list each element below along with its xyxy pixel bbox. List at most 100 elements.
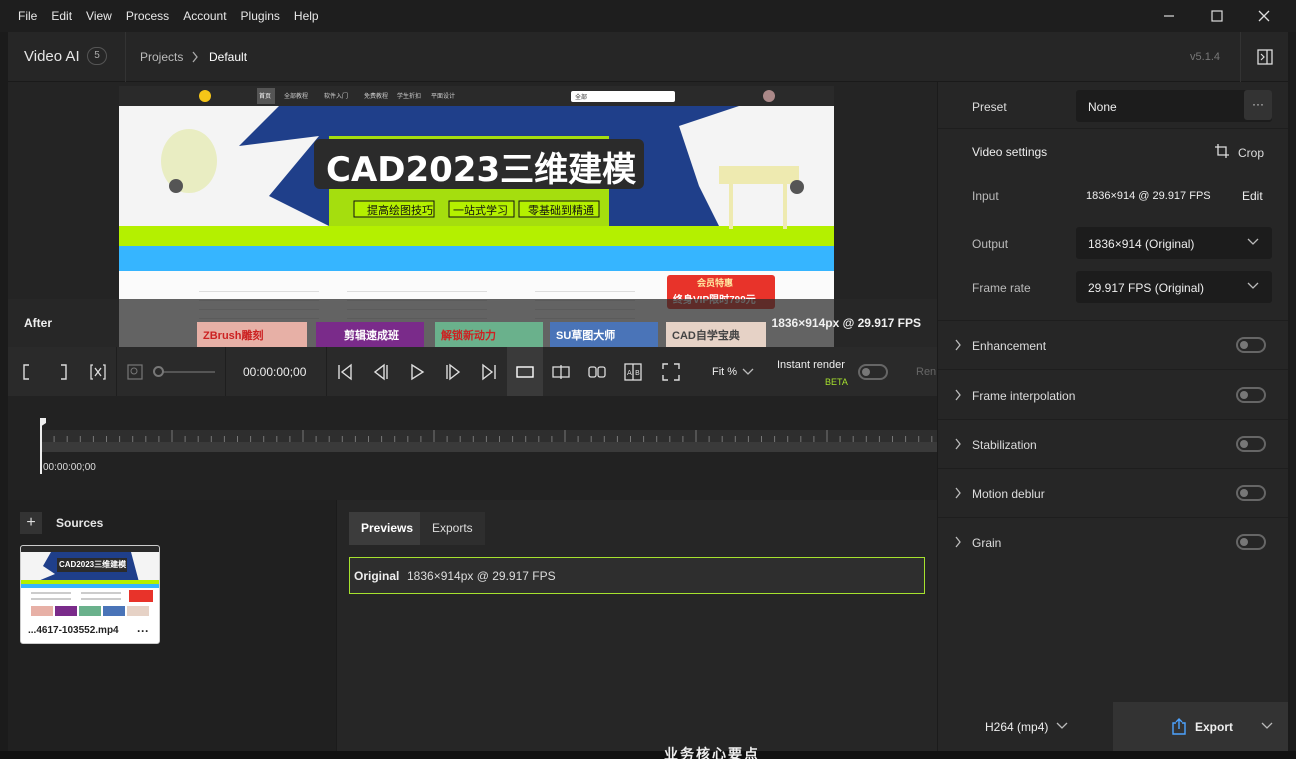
zoom-slider-handle[interactable] bbox=[153, 366, 164, 377]
course-card-2-title: 剪辑速成班 bbox=[344, 330, 399, 342]
render-button-partial[interactable]: Ren bbox=[916, 366, 936, 378]
edit-input-button[interactable]: Edit bbox=[1242, 189, 1263, 203]
original-preview-row[interactable]: Original 1836×914px @ 29.917 FPS bbox=[349, 557, 925, 594]
next-frame-button[interactable] bbox=[440, 359, 466, 385]
preset-select[interactable]: None bbox=[1076, 90, 1272, 122]
breadcrumb-projects[interactable]: Projects bbox=[140, 50, 183, 64]
tab-exports[interactable]: Exports bbox=[420, 512, 485, 545]
video-preview[interactable]: 首页 全部教程 软件入门 免费教程 学生折扣 平面设计 全部 CAD2023三维… bbox=[8, 82, 937, 347]
zoom-slider-track[interactable] bbox=[155, 371, 215, 373]
zoom-icon bbox=[127, 364, 143, 380]
nav-item-home: 首页 bbox=[259, 94, 272, 100]
clear-marks-button[interactable] bbox=[85, 359, 111, 385]
chevron-right-icon bbox=[955, 389, 961, 401]
panel-toggle-button[interactable] bbox=[1240, 32, 1288, 82]
playhead-handle-icon[interactable] bbox=[38, 418, 48, 428]
codec-select[interactable]: H264 (mp4) bbox=[938, 702, 1113, 751]
banner-pill-1: 提高绘图技巧 bbox=[367, 205, 433, 217]
play-icon bbox=[411, 363, 425, 381]
frame-rate-select[interactable]: 29.917 FPS (Original) bbox=[1076, 271, 1272, 303]
frame-rate-value: 29.917 FPS (Original) bbox=[1088, 281, 1205, 295]
add-source-button[interactable]: + bbox=[20, 512, 42, 534]
playhead[interactable] bbox=[40, 422, 42, 474]
enhancement-toggle[interactable] bbox=[1236, 337, 1266, 353]
timeline-ticks bbox=[40, 430, 933, 442]
section-stabilization[interactable]: Stabilization bbox=[938, 420, 1288, 469]
grain-toggle[interactable] bbox=[1236, 534, 1266, 550]
instant-render-toggle[interactable] bbox=[858, 364, 888, 380]
chevron-right-icon bbox=[955, 438, 961, 450]
prev-frame-icon bbox=[373, 363, 388, 381]
banner-pill-2: 一站式学习 bbox=[453, 205, 508, 217]
menu-view[interactable]: View bbox=[79, 0, 119, 32]
nav-item-free: 免费教程 bbox=[364, 94, 389, 100]
maximize-button[interactable] bbox=[1193, 0, 1241, 32]
menu-process[interactable]: Process bbox=[119, 0, 176, 32]
play-button[interactable] bbox=[404, 359, 430, 385]
clear-marks-icon bbox=[90, 364, 106, 380]
section-frame-interpolation[interactable]: Frame interpolation bbox=[938, 370, 1288, 420]
svg-text:B: B bbox=[635, 369, 640, 377]
prev-frame-button[interactable] bbox=[368, 359, 394, 385]
output-label: Output bbox=[972, 237, 1009, 251]
side-by-side-button[interactable] bbox=[584, 359, 610, 385]
beta-badge: BETA bbox=[825, 377, 848, 387]
toggle-knob bbox=[862, 368, 870, 376]
go-to-start-button[interactable] bbox=[332, 359, 358, 385]
fullscreen-button[interactable] bbox=[658, 359, 684, 385]
compare-button[interactable]: AB bbox=[620, 359, 646, 385]
motion-deblur-toggle[interactable] bbox=[1236, 485, 1266, 501]
timeline-track[interactable] bbox=[40, 442, 937, 452]
output-select[interactable]: 1836×914 (Original) bbox=[1076, 227, 1272, 259]
mark-out-icon bbox=[61, 364, 67, 380]
preset-more-button[interactable]: ··· bbox=[1244, 90, 1272, 120]
source-more-button[interactable]: ··· bbox=[137, 624, 149, 638]
original-info: 1836×914px @ 29.917 FPS bbox=[407, 569, 556, 583]
chevron-down-icon[interactable] bbox=[1261, 721, 1273, 731]
minimize-button[interactable] bbox=[1145, 0, 1193, 32]
site-search-text: 全部 bbox=[575, 95, 588, 101]
section-motion-deblur[interactable]: Motion deblur bbox=[938, 469, 1288, 518]
chevron-down-icon bbox=[1056, 722, 1068, 729]
menu-plugins[interactable]: Plugins bbox=[234, 0, 287, 32]
zoom-select[interactable]: Fit % bbox=[712, 366, 737, 378]
input-label: Input bbox=[972, 189, 999, 203]
chevron-down-icon bbox=[1247, 238, 1259, 245]
menu-help[interactable]: Help bbox=[287, 0, 326, 32]
frame-rate-label: Frame rate bbox=[972, 281, 1031, 295]
mark-in-icon bbox=[23, 364, 29, 380]
output-value: 1836×914 (Original) bbox=[1088, 237, 1195, 251]
background-strip bbox=[0, 751, 1296, 759]
enhancement-label: Enhancement bbox=[972, 339, 1047, 353]
tab-previews[interactable]: Previews bbox=[349, 512, 426, 545]
mark-out-button[interactable] bbox=[50, 359, 76, 385]
mark-in-button[interactable] bbox=[14, 359, 40, 385]
export-button[interactable]: Export bbox=[1113, 702, 1288, 751]
header-divider bbox=[125, 32, 126, 82]
section-enhancement[interactable]: Enhancement bbox=[938, 321, 1288, 370]
notification-badge[interactable]: 5 bbox=[87, 47, 107, 65]
single-view-button[interactable] bbox=[512, 359, 538, 385]
crop-button[interactable]: Crop bbox=[1238, 146, 1264, 160]
menu-file[interactable]: File bbox=[11, 0, 44, 32]
frame-interpolation-label: Frame interpolation bbox=[972, 389, 1076, 403]
menu-edit[interactable]: Edit bbox=[44, 0, 79, 32]
section-grain[interactable]: Grain bbox=[938, 518, 1288, 567]
toolbar-divider bbox=[116, 347, 117, 396]
zoom-timeline-button[interactable] bbox=[122, 359, 148, 385]
chevron-right-icon bbox=[955, 487, 961, 499]
timeline[interactable]: 00:00:00;00 bbox=[8, 396, 937, 500]
source-card[interactable]: CAD2023三维建模 ...4617-103552.mp4 ··· bbox=[20, 545, 160, 644]
go-to-end-button[interactable] bbox=[476, 359, 502, 385]
course-card-4: SU草图大师 bbox=[550, 322, 658, 347]
input-value: 1836×914 @ 29.917 FPS bbox=[1086, 190, 1211, 202]
frame-interpolation-toggle[interactable] bbox=[1236, 387, 1266, 403]
site-nav-bar: 首页 全部教程 软件入门 免费教程 学生折扣 平面设计 全部 bbox=[119, 86, 834, 106]
nav-item-all: 全部教程 bbox=[284, 94, 309, 100]
stabilization-toggle[interactable] bbox=[1236, 436, 1266, 452]
next-frame-icon bbox=[446, 363, 461, 381]
split-view-button[interactable] bbox=[548, 359, 574, 385]
toolbar-divider bbox=[225, 347, 226, 396]
close-button[interactable] bbox=[1240, 0, 1288, 32]
menu-account[interactable]: Account bbox=[176, 0, 233, 32]
